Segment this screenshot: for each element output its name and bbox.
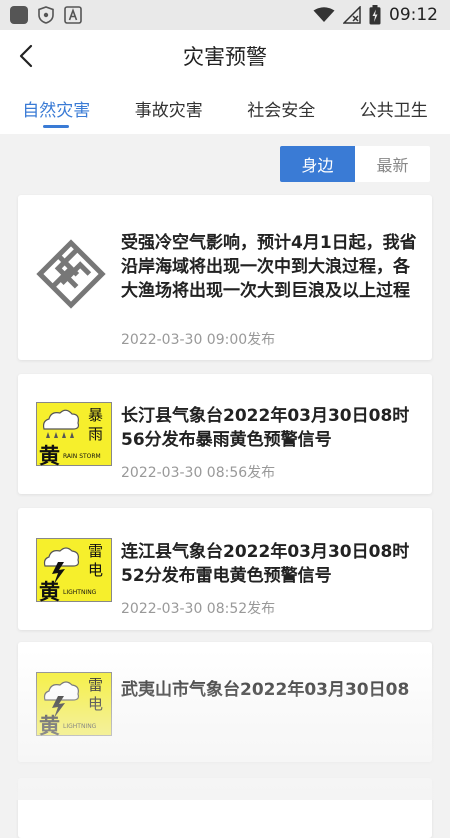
chevron-left-icon (19, 44, 33, 68)
warning-text: 受强冷空气影响，预计4月1日起，我省沿岸海域将出现一次中到大浪过程，各大渔场将出… (121, 231, 417, 303)
icon-chars-bottom: 电 (88, 561, 103, 579)
app-notification-icon (10, 6, 28, 24)
app-bar: 灾害预警 (0, 30, 450, 82)
shield-icon (38, 6, 54, 24)
page-title: 灾害预警 (183, 41, 267, 71)
warning-text: 武夷山市气象台2022年03月30日08 (121, 678, 417, 702)
tab-public-health[interactable]: 公共卫生 (338, 82, 450, 134)
battery-charging-icon (369, 5, 381, 25)
warning-text: 长汀县气象台2022年03月30日08时56分发布暴雨黄色预警信号 (121, 404, 417, 452)
tab-label: 自然灾害 (22, 96, 90, 121)
tab-natural-disaster[interactable]: 自然灾害 (0, 82, 113, 134)
ocean-administration-logo-icon (36, 239, 106, 313)
icon-big-char: 黄 (39, 714, 60, 736)
warning-card[interactable]: 黄 雷 电 LIGHTNING 连江县气象台2022年03月30日08时52分发… (18, 508, 432, 630)
warning-text: 连江县气象台2022年03月30日08时52分发布雷电黄色预警信号 (121, 540, 417, 588)
lightning-yellow-warning-icon: 黄 雷 电 LIGHTNING (36, 538, 112, 606)
icon-caption: LIGHTNING (63, 589, 97, 596)
tab-social-security[interactable]: 社会安全 (225, 82, 338, 134)
tab-label: 事故灾害 (135, 96, 203, 121)
warning-card[interactable]: 受强冷空气影响，预计4月1日起，我省沿岸海域将出现一次中到大浪过程，各大渔场将出… (18, 195, 432, 360)
rainstorm-yellow-warning-icon: 黄 暴 雨 RAIN STORM (36, 402, 112, 470)
category-tabs: 自然灾害 事故灾害 社会安全 公共卫生 (0, 82, 450, 134)
icon-big-char: 黄 (39, 580, 60, 602)
warning-card[interactable] (18, 778, 432, 838)
icon-big-char: 黄 (39, 444, 60, 466)
publish-time: 2022-03-30 08:56发布 (121, 462, 275, 482)
font-a-icon (64, 6, 82, 24)
icon-chars-bottom: 电 (88, 695, 103, 713)
icon-caption: RAIN STORM (63, 453, 101, 460)
publish-time: 2022-03-30 09:00发布 (121, 329, 275, 349)
icon-caption: LIGHTNING (63, 723, 97, 730)
tab-accident-disaster[interactable]: 事故灾害 (113, 82, 226, 134)
status-bar: 09:12 (0, 0, 450, 30)
lightning-yellow-warning-icon: 黄 雷 电 LIGHTNING (36, 672, 112, 740)
icon-chars-top: 雷 (88, 676, 103, 694)
tab-label: 公共卫生 (360, 96, 428, 121)
icon-chars-bottom: 雨 (88, 425, 103, 443)
latest-filter-button[interactable]: 最新 (355, 146, 430, 182)
warning-card[interactable]: 黄 雷 电 LIGHTNING 武夷山市气象台2022年03月30日08 (18, 642, 432, 762)
clock: 09:12 (389, 5, 438, 25)
tab-label: 社会安全 (247, 96, 315, 121)
nearby-filter-button[interactable]: 身边 (280, 146, 355, 182)
warning-card[interactable]: 黄 暴 雨 RAIN STORM 长汀县气象台2022年03月30日08时56分… (18, 374, 432, 494)
icon-chars-top: 雷 (88, 542, 103, 560)
publish-time: 2022-03-30 08:52发布 (121, 598, 275, 618)
icon-chars-top: 暴 (88, 406, 103, 424)
sort-filter-toggle: 身边 最新 (280, 146, 430, 182)
wifi-icon (313, 7, 335, 23)
back-button[interactable] (6, 36, 46, 76)
signal-icon (343, 6, 361, 24)
